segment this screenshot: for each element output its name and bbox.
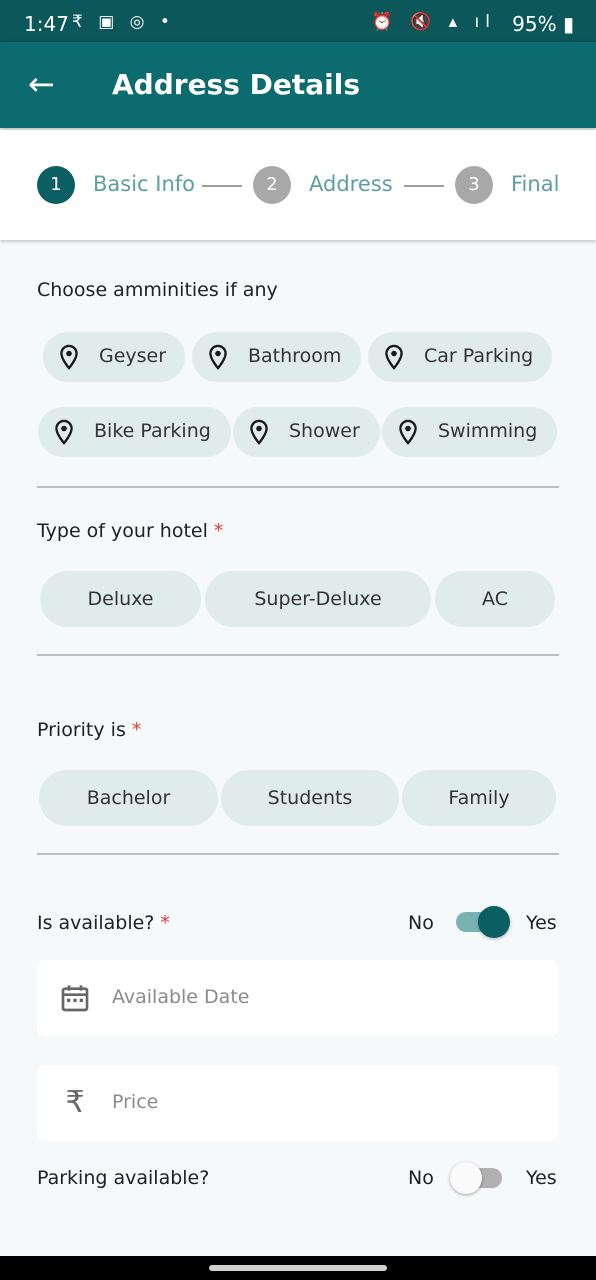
available-date-field[interactable]: Available Date (37, 960, 559, 1036)
option-label: AC (482, 588, 508, 610)
home-gesture-handle[interactable] (209, 1265, 387, 1271)
rupee-icon: ₹ (65, 1085, 85, 1120)
required-marker: * (131, 719, 142, 741)
price-field[interactable]: ₹ Price (37, 1065, 559, 1141)
parking-yes-label: Yes (526, 1167, 557, 1189)
option-label: Bachelor (86, 787, 171, 809)
stepper: 1 Basic Info 2 Address 3 Final (0, 130, 596, 240)
location-pin-icon (209, 344, 227, 370)
hotel-type-label-text: Type of your hotel (37, 520, 208, 542)
price-placeholder: Price (112, 1091, 159, 1113)
app-bar: ← Address Details (0, 42, 596, 128)
status-time: 1:47 (24, 12, 69, 36)
system-status-icons: ⏰ 🔇 ▴ ıl (371, 12, 496, 32)
option-family[interactable]: Family (402, 770, 556, 826)
option-students[interactable]: Students (221, 770, 399, 826)
chip-label: Shower (289, 420, 360, 442)
step-connector (404, 185, 444, 187)
step-3-label[interactable]: Final (511, 172, 559, 196)
option-label: Students (267, 787, 353, 809)
chip-shower[interactable]: Shower (233, 407, 380, 457)
availability-label-text: Is available? (37, 912, 155, 934)
page-title: Address Details (112, 68, 361, 101)
location-pin-icon (60, 344, 78, 370)
chip-swimming[interactable]: Swimming (382, 407, 557, 457)
chip-label: Bathroom (248, 345, 342, 367)
divider (37, 654, 559, 656)
option-bachelor[interactable]: Bachelor (39, 770, 218, 826)
hotel-type-label: Type of your hotel * (37, 520, 223, 542)
location-pin-icon (399, 419, 417, 445)
option-ac[interactable]: AC (435, 571, 555, 627)
step-2-indicator[interactable]: 2 (253, 166, 291, 204)
status-bar: 1:47 ₹ ▣ ◎ • ⏰ 🔇 ▴ ıl 95% ▮ (0, 0, 596, 42)
chip-label: Bike Parking (94, 420, 211, 442)
parking-label: Parking available? (37, 1167, 210, 1189)
notification-icons: ₹ ▣ ◎ • (72, 12, 175, 32)
location-pin-icon (385, 344, 403, 370)
priority-label-text: Priority is (37, 719, 126, 741)
back-arrow-icon[interactable]: ← (28, 64, 62, 104)
divider (37, 486, 559, 488)
step-1-indicator[interactable]: 1 (37, 166, 75, 204)
option-super-deluxe[interactable]: Super-Deluxe (205, 571, 431, 627)
calendar-icon (61, 985, 89, 1012)
availability-yes-label: Yes (526, 912, 557, 934)
chip-label: Geyser (99, 345, 167, 367)
option-label: Deluxe (87, 588, 154, 610)
required-marker: * (213, 520, 224, 542)
chip-geyser[interactable]: Geyser (43, 332, 185, 382)
option-label: Family (448, 787, 510, 809)
availability-label: Is available? * (37, 912, 170, 934)
chip-bathroom[interactable]: Bathroom (192, 332, 361, 382)
step-1-label[interactable]: Basic Info (93, 172, 195, 196)
step-2-label[interactable]: Address (309, 172, 393, 196)
location-pin-icon (55, 419, 73, 445)
chip-bike-parking[interactable]: Bike Parking (38, 407, 231, 457)
step-connector (202, 185, 242, 187)
parking-no-label: No (408, 1167, 434, 1189)
required-marker: * (160, 912, 170, 934)
parking-toggle[interactable] (448, 1161, 506, 1195)
chip-label: Car Parking (424, 345, 534, 367)
availability-no-label: No (408, 912, 434, 934)
toggle-knob (478, 906, 510, 938)
location-pin-icon (250, 419, 268, 445)
chip-label: Swimming (438, 420, 538, 442)
priority-label: Priority is * (37, 719, 141, 741)
chip-car-parking[interactable]: Car Parking (368, 332, 552, 382)
system-nav-bar (0, 1256, 596, 1280)
amenities-label: Choose amminities if any (37, 279, 278, 301)
battery-indicator: 95% ▮ (512, 12, 574, 36)
option-deluxe[interactable]: Deluxe (40, 571, 201, 627)
divider (37, 853, 559, 855)
available-date-placeholder: Available Date (112, 986, 250, 1008)
step-3-indicator[interactable]: 3 (455, 166, 493, 204)
availability-toggle[interactable] (452, 905, 510, 939)
option-label: Super-Deluxe (254, 588, 382, 610)
toggle-knob (450, 1162, 482, 1194)
